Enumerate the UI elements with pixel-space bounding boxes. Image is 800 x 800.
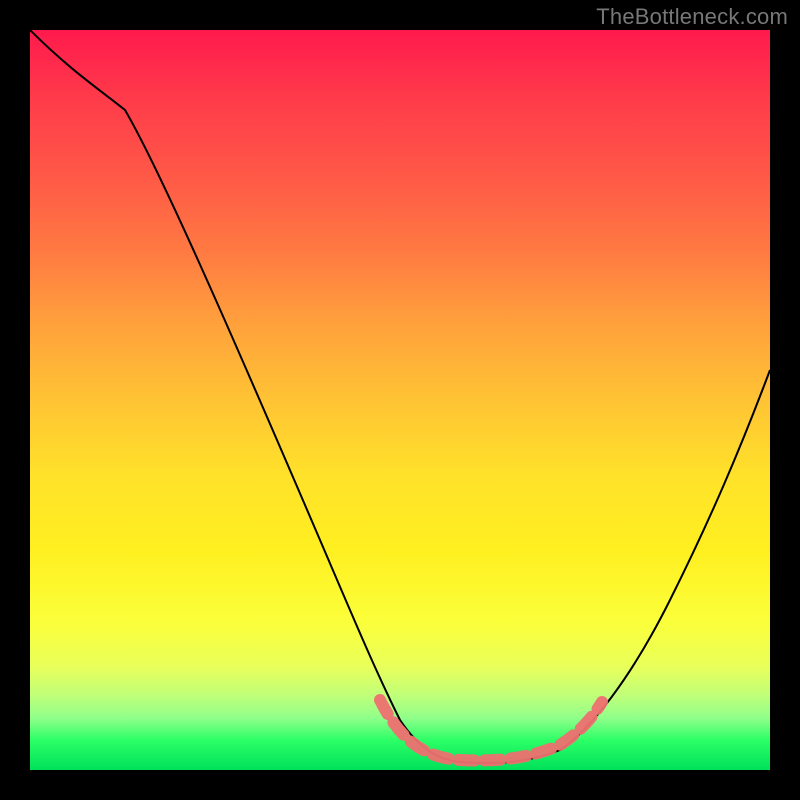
chart-frame: TheBottleneck.com (0, 0, 800, 800)
curve-svg (30, 30, 770, 770)
acceptable-zone-highlight (380, 700, 602, 760)
bottleneck-curve-line (30, 30, 770, 763)
watermark-text: TheBottleneck.com (596, 4, 788, 30)
plot-area (30, 30, 770, 770)
